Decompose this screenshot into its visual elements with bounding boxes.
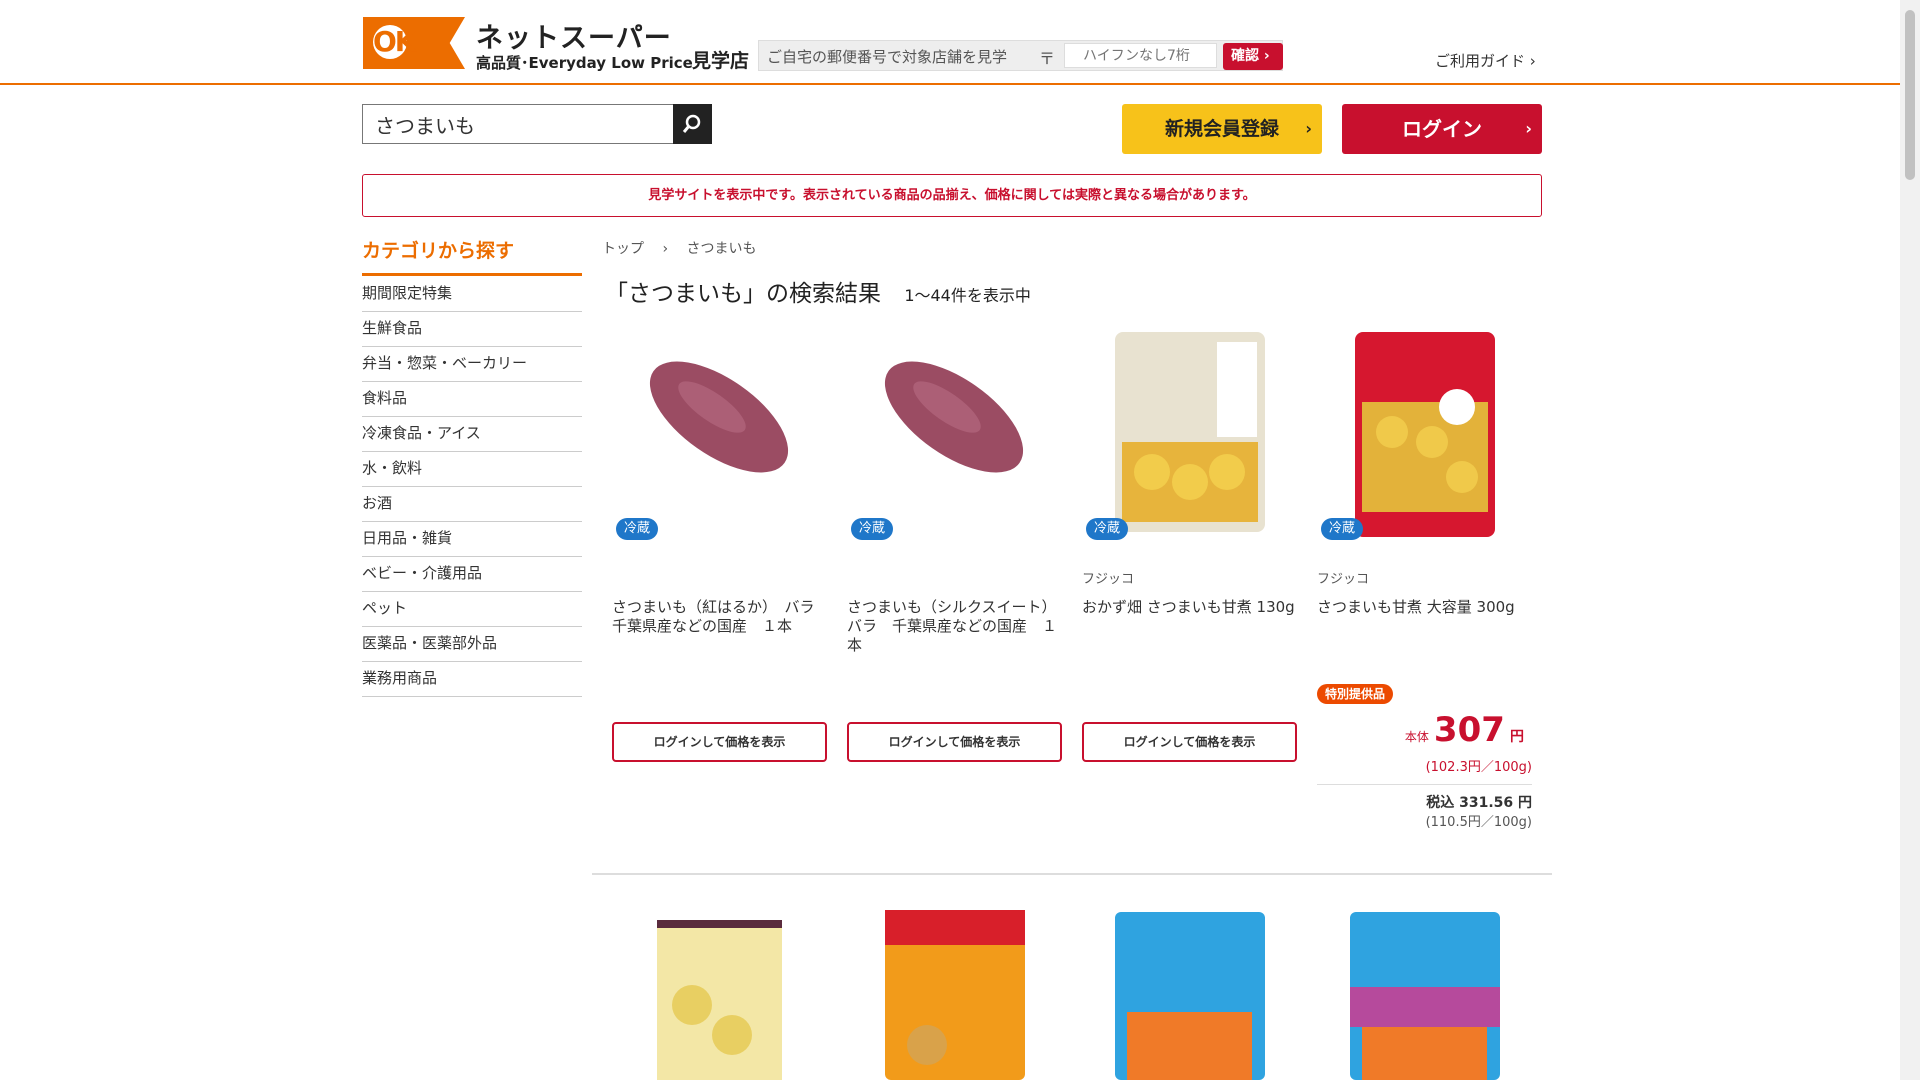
- register-label: 新規会員登録: [1164, 118, 1279, 140]
- preview-notice: 見学サイトを表示中です。表示されている商品の品揃え、価格に関しては実際と異なる場…: [362, 174, 1542, 217]
- store-label: 見学店: [692, 50, 750, 72]
- tax-included-price: 税込 331.56 円: [1426, 795, 1532, 811]
- sidebar-title: カテゴリから探す: [362, 240, 515, 262]
- pet-treat-package-image[interactable]: [1317, 912, 1532, 1080]
- product-name[interactable]: おかず畑 さつまいも甘煮 130g: [1082, 598, 1297, 617]
- register-button[interactable]: 新規会員登録 ›: [1122, 104, 1322, 154]
- scrollbar-thumb[interactable]: [1905, 10, 1915, 180]
- chevron-right-icon: ›: [1525, 119, 1532, 138]
- search-input[interactable]: [362, 104, 674, 144]
- sidebar-item[interactable]: 弁当・惣菜・ベーカリー: [362, 347, 582, 382]
- sidebar-item[interactable]: ベビー・介護用品: [362, 557, 582, 592]
- user-guide-link[interactable]: ご利用ガイド ›: [1435, 50, 1536, 71]
- refrigerated-badge: 冷蔵: [1086, 518, 1129, 540]
- breadcrumb-top[interactable]: トップ: [602, 241, 644, 257]
- sweet-potato-image[interactable]: [847, 332, 1062, 547]
- category-list: 期間限定特集 生鮮食品 弁当・惣菜・ベーカリー 食料品 冷凍食品・アイス 水・飲…: [362, 277, 582, 697]
- product-brand: フジッコ: [1082, 572, 1135, 587]
- refrigerated-badge: 冷蔵: [616, 518, 659, 540]
- confirm-button[interactable]: 確認 ›: [1223, 43, 1283, 70]
- refrigerated-badge: 冷蔵: [1321, 518, 1364, 540]
- special-offer-badge: 特別提供品: [1317, 684, 1394, 704]
- sidebar-item[interactable]: お酒: [362, 487, 582, 522]
- chevron-right-icon: ›: [1305, 119, 1312, 138]
- login-to-view-price-button[interactable]: ログインして価格を表示: [612, 722, 827, 762]
- site-header: OK ネットスーパー 高品質･Everyday Low Price 見学店 ご自…: [0, 0, 1900, 85]
- logo-title[interactable]: ネットスーパー: [476, 16, 672, 55]
- sidebar-item[interactable]: 食料品: [362, 382, 582, 417]
- sidebar-divider: [362, 273, 582, 276]
- results-title: 「さつまいも」の検索結果: [605, 281, 881, 307]
- product-brand: フジッコ: [1317, 572, 1370, 587]
- product-card: 冷蔵 フジッコ さつまいも甘煮 大容量 300g 特別提供品 本体 307 円 …: [1317, 332, 1532, 832]
- sidebar-item[interactable]: 冷凍食品・アイス: [362, 417, 582, 452]
- sidebar-item[interactable]: 業務用商品: [362, 662, 582, 697]
- breadcrumb-separator: ›: [662, 241, 669, 257]
- search-icon: [682, 114, 701, 133]
- sidebar-item[interactable]: ペット: [362, 592, 582, 627]
- price-unit: 円: [1510, 729, 1524, 745]
- dog-treat-package-image[interactable]: [847, 910, 1062, 1080]
- postal-code-input[interactable]: [1064, 43, 1217, 68]
- tax-included-unit-price: (110.5円／100g): [1425, 815, 1532, 830]
- login-label: ログイン: [1402, 117, 1482, 141]
- sidebar-item[interactable]: 日用品・雑貨: [362, 522, 582, 557]
- login-to-view-price-button[interactable]: ログインして価格を表示: [1082, 722, 1297, 762]
- sidebar-item[interactable]: 生鮮食品: [362, 312, 582, 347]
- price-divider: [1317, 784, 1532, 785]
- logo-subtitle: 高品質･Everyday Low Price: [476, 54, 693, 72]
- sweet-potato-image[interactable]: [612, 332, 827, 547]
- product-name[interactable]: さつまいも（シルクスイート） バラ 千葉県産などの国産 １本: [847, 598, 1064, 655]
- sidebar-item[interactable]: 医薬品・医薬部外品: [362, 627, 582, 662]
- postal-mark-icon: 〒: [1039, 49, 1056, 68]
- login-button[interactable]: ログイン ›: [1342, 104, 1542, 154]
- sweet-potato-package-image[interactable]: [1317, 332, 1532, 547]
- pet-treat-package-image[interactable]: [1082, 912, 1297, 1080]
- price-value: 307: [1433, 710, 1505, 750]
- product-card: 冷蔵 フジッコ おかず畑 さつまいも甘煮 130g ログインして価格を表示: [1082, 332, 1297, 802]
- breadcrumb-current: さつまいも: [686, 241, 757, 257]
- sidebar-item[interactable]: 水・飲料: [362, 452, 582, 487]
- postal-code-text: ご自宅の郵便番号で対象店舗を見学: [767, 48, 1008, 66]
- breadcrumb: トップ › さつまいも: [602, 238, 757, 258]
- sidebar-item[interactable]: 期間限定特集: [362, 277, 582, 312]
- grid-divider: [592, 873, 1552, 875]
- page-scrollbar[interactable]: [1900, 0, 1920, 1080]
- login-to-view-price-button[interactable]: ログインして価格を表示: [847, 722, 1062, 762]
- product-name[interactable]: さつまいも甘煮 大容量 300g: [1317, 598, 1532, 617]
- price-row: 本体 307 円: [1405, 710, 1524, 750]
- results-count: 1〜44件を表示中: [904, 286, 1031, 305]
- confirm-label: 確認: [1231, 48, 1259, 64]
- price-label: 本体: [1404, 730, 1429, 744]
- postal-code-box: ご自宅の郵便番号で対象店舗を見学 〒 確認 ›: [758, 40, 1283, 71]
- refrigerated-badge: 冷蔵: [851, 518, 894, 540]
- product-name[interactable]: さつまいも（紅はるか） バラ 千葉県産などの国産 １本: [612, 598, 830, 636]
- sweet-potato-package-image[interactable]: [1082, 332, 1297, 547]
- unit-price: (102.3円／100g): [1425, 760, 1532, 775]
- search-button[interactable]: [673, 104, 712, 144]
- chips-package-image[interactable]: [612, 915, 827, 1080]
- ok-logo[interactable]: OK: [363, 17, 465, 69]
- product-card: 冷蔵 さつまいも（シルクスイート） バラ 千葉県産などの国産 １本 ログインして…: [847, 332, 1064, 802]
- product-card: 冷蔵 さつまいも（紅はるか） バラ 千葉県産などの国産 １本 ログインして価格を…: [612, 332, 830, 802]
- results-heading: 「さつまいも」の検索結果 1〜44件を表示中: [605, 274, 1031, 308]
- logo-mark: OK: [373, 25, 417, 59]
